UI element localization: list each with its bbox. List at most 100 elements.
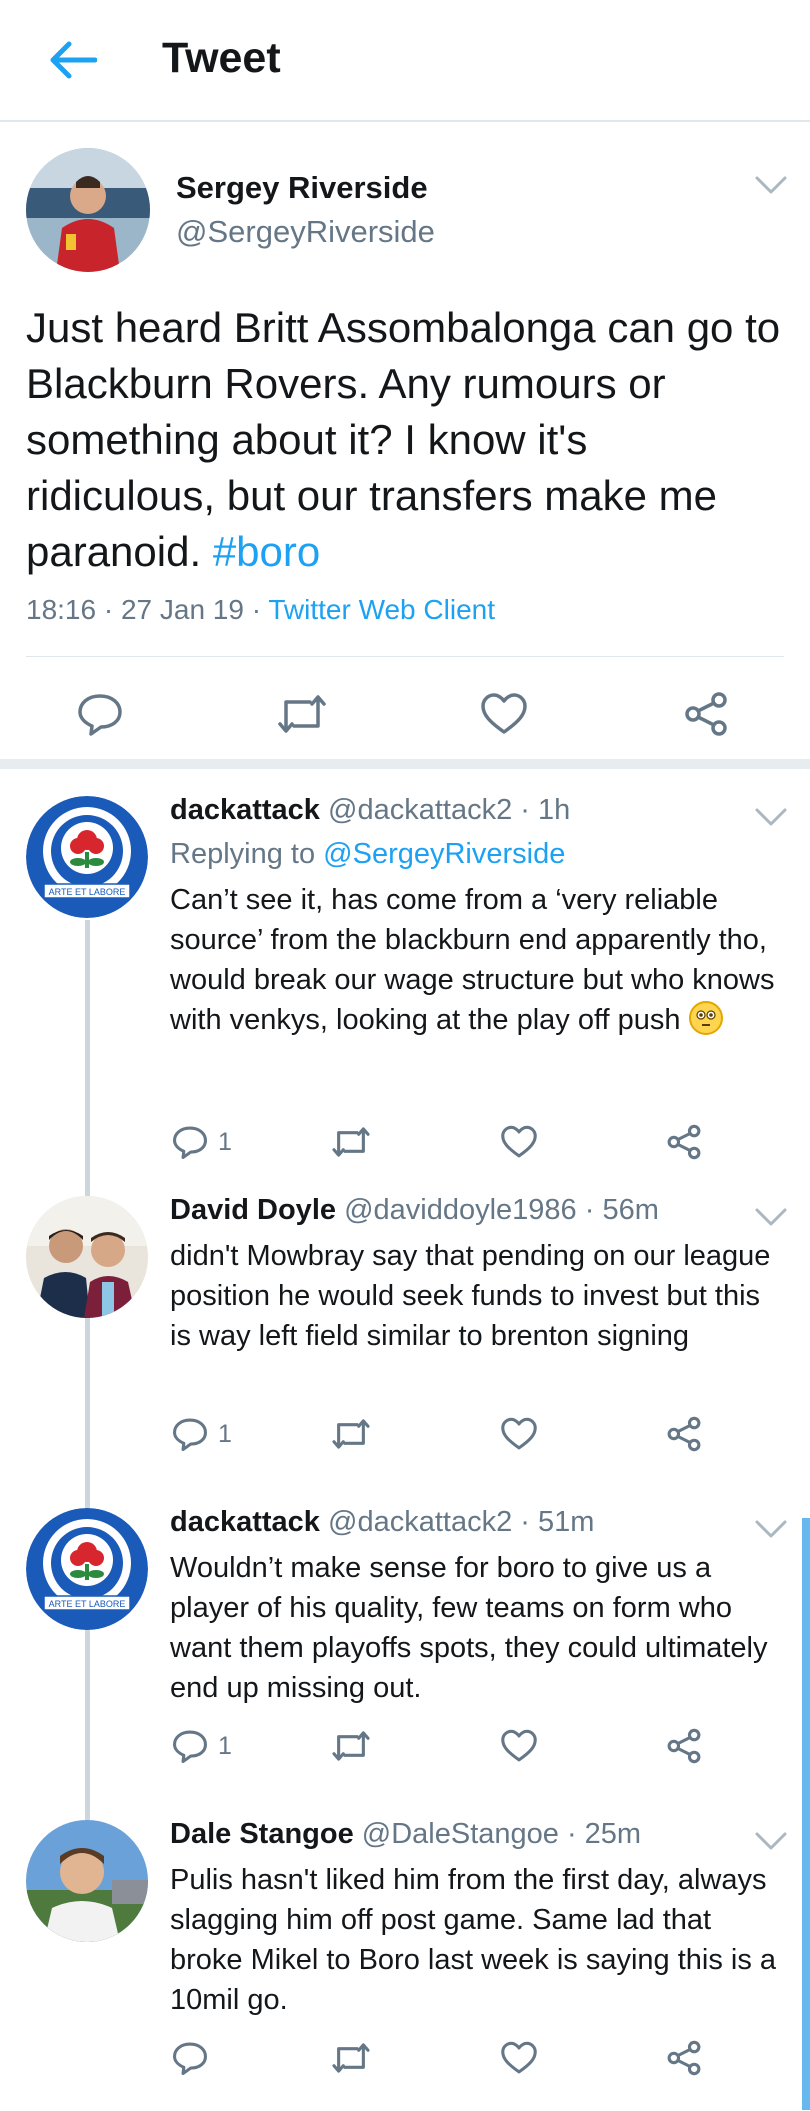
reply-actions: 1 <box>170 1412 730 1456</box>
reply-text: Pulis hasn't liked him from the first da… <box>170 1864 777 2016</box>
share-button[interactable] <box>666 1120 702 1164</box>
retweet-button[interactable] <box>330 1412 372 1456</box>
like-icon <box>501 1125 537 1158</box>
chevron-down-icon[interactable] <box>754 1518 788 1540</box>
reply-header: David Doyle @daviddoyle1986 · 56m <box>170 1194 659 1227</box>
chevron-down-icon[interactable] <box>754 1830 788 1852</box>
share-icon <box>667 2040 701 2076</box>
reply-actions: 1 <box>170 1120 730 1164</box>
retweet-icon <box>332 1731 370 1761</box>
reply-button[interactable] <box>70 684 130 744</box>
author-name[interactable]: Dale Stangoe <box>170 1818 354 1850</box>
retweet-button[interactable] <box>330 2036 372 2080</box>
flushed-emoji-icon <box>688 1001 723 1035</box>
author-handle[interactable]: @daviddoyle1986 · 56m <box>344 1194 659 1226</box>
retweet-button[interactable] <box>272 684 332 744</box>
share-button[interactable] <box>666 2036 702 2080</box>
replying-to-link[interactable]: @SergeyRiverside <box>323 838 565 870</box>
reply-body: Can’t see it, has come from a ‘very reli… <box>170 884 775 1036</box>
reply-text: Can’t see it, has come from a ‘very reli… <box>170 880 780 1040</box>
reply-tweet[interactable]: ARTE ET LABORE dackattack @dackattack2 ·… <box>0 780 810 1170</box>
like-button[interactable] <box>500 1120 538 1164</box>
chevron-down-icon[interactable] <box>754 174 788 196</box>
reply-button[interactable]: 1 <box>172 1724 232 1768</box>
retweet-icon <box>332 2043 370 2073</box>
reply-count: 1 <box>218 1127 232 1156</box>
retweet-icon <box>332 1419 370 1449</box>
reply-actions <box>170 2036 730 2080</box>
reply-text: didn't Mowbray say that pending on our l… <box>170 1240 771 1352</box>
share-icon <box>667 1124 701 1160</box>
author-name[interactable]: dackattack <box>170 794 320 826</box>
avatar[interactable] <box>26 1196 148 1318</box>
like-button[interactable] <box>474 684 534 744</box>
author-name[interactable]: dackattack <box>170 1506 320 1538</box>
author-handle[interactable]: @dackattack2 · 1h <box>328 794 570 826</box>
reply-button[interactable]: 1 <box>172 1412 232 1456</box>
avatar[interactable] <box>26 148 150 272</box>
back-button[interactable] <box>40 28 104 92</box>
avatar[interactable]: ARTE ET LABORE <box>26 1508 148 1630</box>
hashtag-link[interactable]: #boro <box>213 528 320 575</box>
reply-count: 1 <box>218 1419 232 1448</box>
share-icon <box>667 1416 701 1452</box>
avatar[interactable] <box>26 1820 148 1942</box>
share-button[interactable] <box>666 1724 702 1768</box>
tweet-actions <box>0 684 810 744</box>
author-handle[interactable]: @DaleStangoe · 25m <box>362 1818 641 1850</box>
reply-header: Dale Stangoe @DaleStangoe · 25m <box>170 1818 641 1851</box>
like-button[interactable] <box>500 2036 538 2080</box>
retweet-icon <box>278 695 326 733</box>
timestamp: 18:16 · 27 Jan 19 · <box>26 594 269 625</box>
reply-button[interactable]: 1 <box>172 1120 232 1164</box>
author-handle[interactable]: @dackattack2 · 51m <box>328 1506 594 1538</box>
scrollbar[interactable] <box>802 1518 810 2110</box>
reply-header: dackattack @dackattack2 · 51m <box>170 1506 594 1539</box>
client-link[interactable]: Twitter Web Client <box>268 594 495 625</box>
reply-actions: 1 <box>170 1724 730 1768</box>
tweet-meta: 18:16 · 27 Jan 19 · Twitter Web Client <box>26 594 495 626</box>
like-icon <box>481 693 527 734</box>
author-name[interactable]: Sergey Riverside <box>176 170 428 206</box>
retweet-icon <box>332 1127 370 1157</box>
share-button[interactable] <box>676 684 736 744</box>
retweet-button[interactable] <box>330 1724 372 1768</box>
avatar[interactable]: ARTE ET LABORE <box>26 796 148 918</box>
share-button[interactable] <box>666 1412 702 1456</box>
retweet-button[interactable] <box>330 1120 372 1164</box>
reply-icon <box>173 2042 207 2075</box>
author-name[interactable]: David Doyle <box>170 1194 336 1226</box>
top-app-bar: Tweet <box>0 0 810 122</box>
reply-tweet[interactable]: ARTE ET LABORE dackattack @dackattack2 ·… <box>0 1492 810 1792</box>
share-icon <box>667 1728 701 1764</box>
reply-button[interactable] <box>172 2036 208 2080</box>
main-tweet: Sergey Riverside @SergeyRiverside Just h… <box>0 124 810 769</box>
like-button[interactable] <box>500 1724 538 1768</box>
reply-icon <box>78 694 122 736</box>
reply-icon <box>173 1418 207 1451</box>
author-handle[interactable]: @SergeyRiverside <box>176 214 435 250</box>
replying-prefix: Replying to <box>170 838 324 870</box>
reply-icon <box>173 1730 207 1763</box>
reply-count: 1 <box>218 1731 232 1760</box>
share-icon <box>685 692 727 736</box>
like-icon <box>501 1417 537 1450</box>
like-icon <box>501 1729 537 1762</box>
badge-label: ARTE ET LABORE <box>49 887 126 897</box>
replying-to: Replying to @SergeyRiverside <box>170 838 565 871</box>
tweet-text: Just heard Britt Assombalonga can go to … <box>26 300 786 580</box>
divider <box>26 656 784 657</box>
chevron-down-icon[interactable] <box>754 806 788 828</box>
page-title: Tweet <box>162 34 281 82</box>
like-button[interactable] <box>500 1412 538 1456</box>
reply-icon <box>173 1126 207 1159</box>
reply-header: dackattack @dackattack2 · 1h <box>170 794 570 827</box>
badge-label: ARTE ET LABORE <box>49 1599 126 1609</box>
tweet-body: Just heard Britt Assombalonga can go to … <box>26 304 781 575</box>
chevron-down-icon[interactable] <box>754 1206 788 1228</box>
reply-tweet[interactable]: Dale Stangoe @DaleStangoe · 25m Pulis ha… <box>0 1804 810 2104</box>
like-icon <box>501 2041 537 2074</box>
reply-text: Wouldn’t make sense for boro to give us … <box>170 1552 768 1704</box>
back-arrow-icon <box>50 41 97 79</box>
reply-tweet[interactable]: David Doyle @daviddoyle1986 · 56m didn't… <box>0 1180 810 1480</box>
